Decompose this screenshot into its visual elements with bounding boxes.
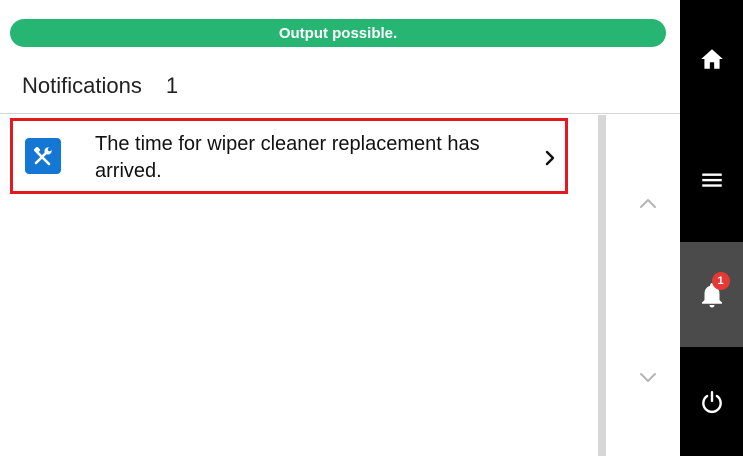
notifications-header: Notifications 1 (0, 58, 680, 114)
status-bar: Output possible. (10, 19, 666, 47)
notification-count: 1 (165, 72, 179, 98)
status-text: Output possible. (278, 24, 398, 42)
page-title: Notifications (22, 72, 142, 98)
scroll-controls (598, 115, 680, 456)
nav-notifications-button[interactable]: 1 (680, 242, 743, 347)
nav-power-button[interactable] (680, 347, 743, 456)
side-nav: 1 (680, 0, 743, 456)
bell-wrapper: 1 (697, 271, 730, 310)
notification-item[interactable]: The time for wiper cleaner replacement h… (10, 118, 568, 194)
hamburger-menu-icon (701, 173, 722, 187)
nav-home-button[interactable] (680, 0, 743, 118)
tools-icon (25, 138, 61, 174)
nav-menu-button[interactable] (680, 118, 743, 242)
chevron-down-icon[interactable] (636, 365, 660, 389)
notification-text: The time for wiper cleaner replacement h… (95, 133, 480, 182)
power-icon (701, 390, 722, 413)
home-icon (700, 49, 723, 69)
notification-badge: 1 (711, 271, 730, 290)
notification-list: The time for wiper cleaner replacement h… (0, 115, 598, 456)
chevron-right-icon (545, 150, 555, 166)
main-panel: Output possible. Notifications 1 The tim… (0, 0, 680, 456)
chevron-up-icon[interactable] (636, 191, 660, 215)
